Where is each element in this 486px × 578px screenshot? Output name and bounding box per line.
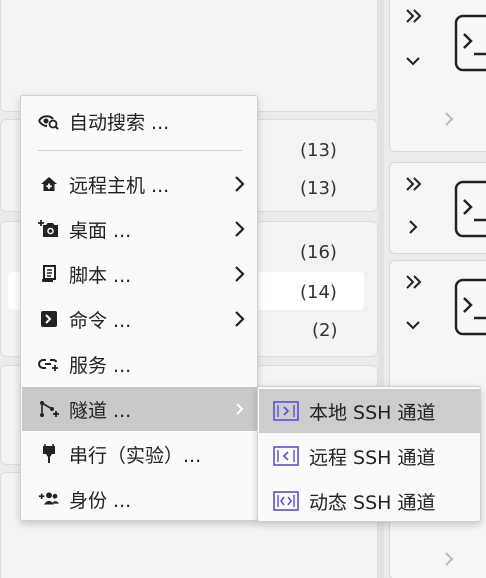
chevron-right-icon[interactable]: [442, 110, 456, 132]
category-count: (14): [300, 282, 337, 303]
submenu-item-label: 动态 SSH 通道: [309, 491, 436, 514]
menu-item-label: 桌面 ...: [69, 219, 132, 242]
category-count: (2): [312, 320, 338, 341]
chevron-right-icon: [233, 174, 247, 199]
menu-item-desktop[interactable]: 桌面 ...: [22, 207, 257, 251]
menu-item-label: 串行（实验）...: [69, 444, 202, 467]
menu-item-command[interactable]: 命令 ...: [22, 297, 257, 341]
menu-item-script[interactable]: 脚本 ...: [22, 252, 257, 296]
chevron-right-icon: [233, 399, 247, 424]
local-tunnel-icon: [273, 401, 299, 421]
menu-item-tunnel[interactable]: 隧道 ...: [22, 387, 257, 431]
submenu-item-remote-ssh-tunnel[interactable]: 远程 SSH 通道: [259, 434, 480, 478]
category-count: (16): [300, 242, 337, 263]
serial-plug-icon: [38, 443, 60, 465]
console-icon: [38, 308, 60, 330]
menu-item-label: 远程主机 ...: [69, 174, 170, 197]
home-add-icon: [38, 173, 60, 195]
terminal-icon: [454, 14, 486, 76]
menu-item-auto-search[interactable]: 自动搜索 ...: [22, 99, 257, 143]
menu-item-label: 脚本 ...: [69, 264, 132, 287]
menu-item-identity[interactable]: 身份 ...: [22, 477, 257, 521]
expand-double-chevron-icon[interactable]: [404, 272, 424, 296]
menu-item-label: 命令 ...: [69, 309, 132, 332]
menu-item-label: 隧道 ...: [69, 399, 132, 422]
submenu-item-dynamic-ssh-tunnel[interactable]: 动态 SSH 通道: [259, 479, 480, 523]
menu-item-service[interactable]: 服务 ...: [22, 342, 257, 386]
new-dropdown-menu: 自动搜索 ... 远程主机 ... 桌面 ... 脚本 ... 命令 ... 服…: [20, 95, 258, 521]
remote-tunnel-icon: [273, 446, 299, 466]
chevron-right-icon: [233, 264, 247, 289]
submenu-item-label: 本地 SSH 通道: [309, 401, 436, 424]
tunnel-icon: [38, 398, 60, 420]
submenu-item-local-ssh-tunnel[interactable]: 本地 SSH 通道: [259, 389, 480, 433]
menu-item-label: 身份 ...: [69, 489, 132, 512]
category-count: (13): [300, 178, 337, 199]
dynamic-tunnel-icon: [273, 491, 299, 511]
tunnel-submenu: 本地 SSH 通道 远程 SSH 通道 动态 SSH 通道: [257, 386, 481, 522]
chevron-down-icon[interactable]: [404, 52, 422, 74]
menu-divider: [38, 150, 242, 151]
script-icon: [38, 263, 60, 285]
terminal-icon: [454, 278, 486, 340]
menu-item-serial[interactable]: 串行（实验）...: [22, 432, 257, 476]
menu-item-remote-host[interactable]: 远程主机 ...: [22, 162, 257, 206]
expand-double-chevron-icon[interactable]: [404, 6, 424, 30]
menu-item-label: 服务 ...: [69, 354, 132, 377]
terminal-icon: [454, 180, 486, 242]
eye-search-icon: [38, 110, 60, 132]
menu-item-label: 自动搜索 ...: [69, 111, 170, 134]
expand-double-chevron-icon[interactable]: [404, 174, 424, 198]
camera-add-icon: [38, 218, 60, 240]
submenu-item-label: 远程 SSH 通道: [309, 446, 436, 469]
category-count: (13): [300, 140, 337, 161]
chevron-right-icon[interactable]: [442, 550, 456, 572]
people-add-icon: [38, 488, 60, 510]
chevron-right-icon: [233, 309, 247, 334]
link-add-icon: [38, 353, 60, 375]
chevron-right-icon[interactable]: [404, 218, 422, 240]
chevron-down-icon[interactable]: [404, 316, 422, 338]
chevron-right-icon: [233, 219, 247, 244]
